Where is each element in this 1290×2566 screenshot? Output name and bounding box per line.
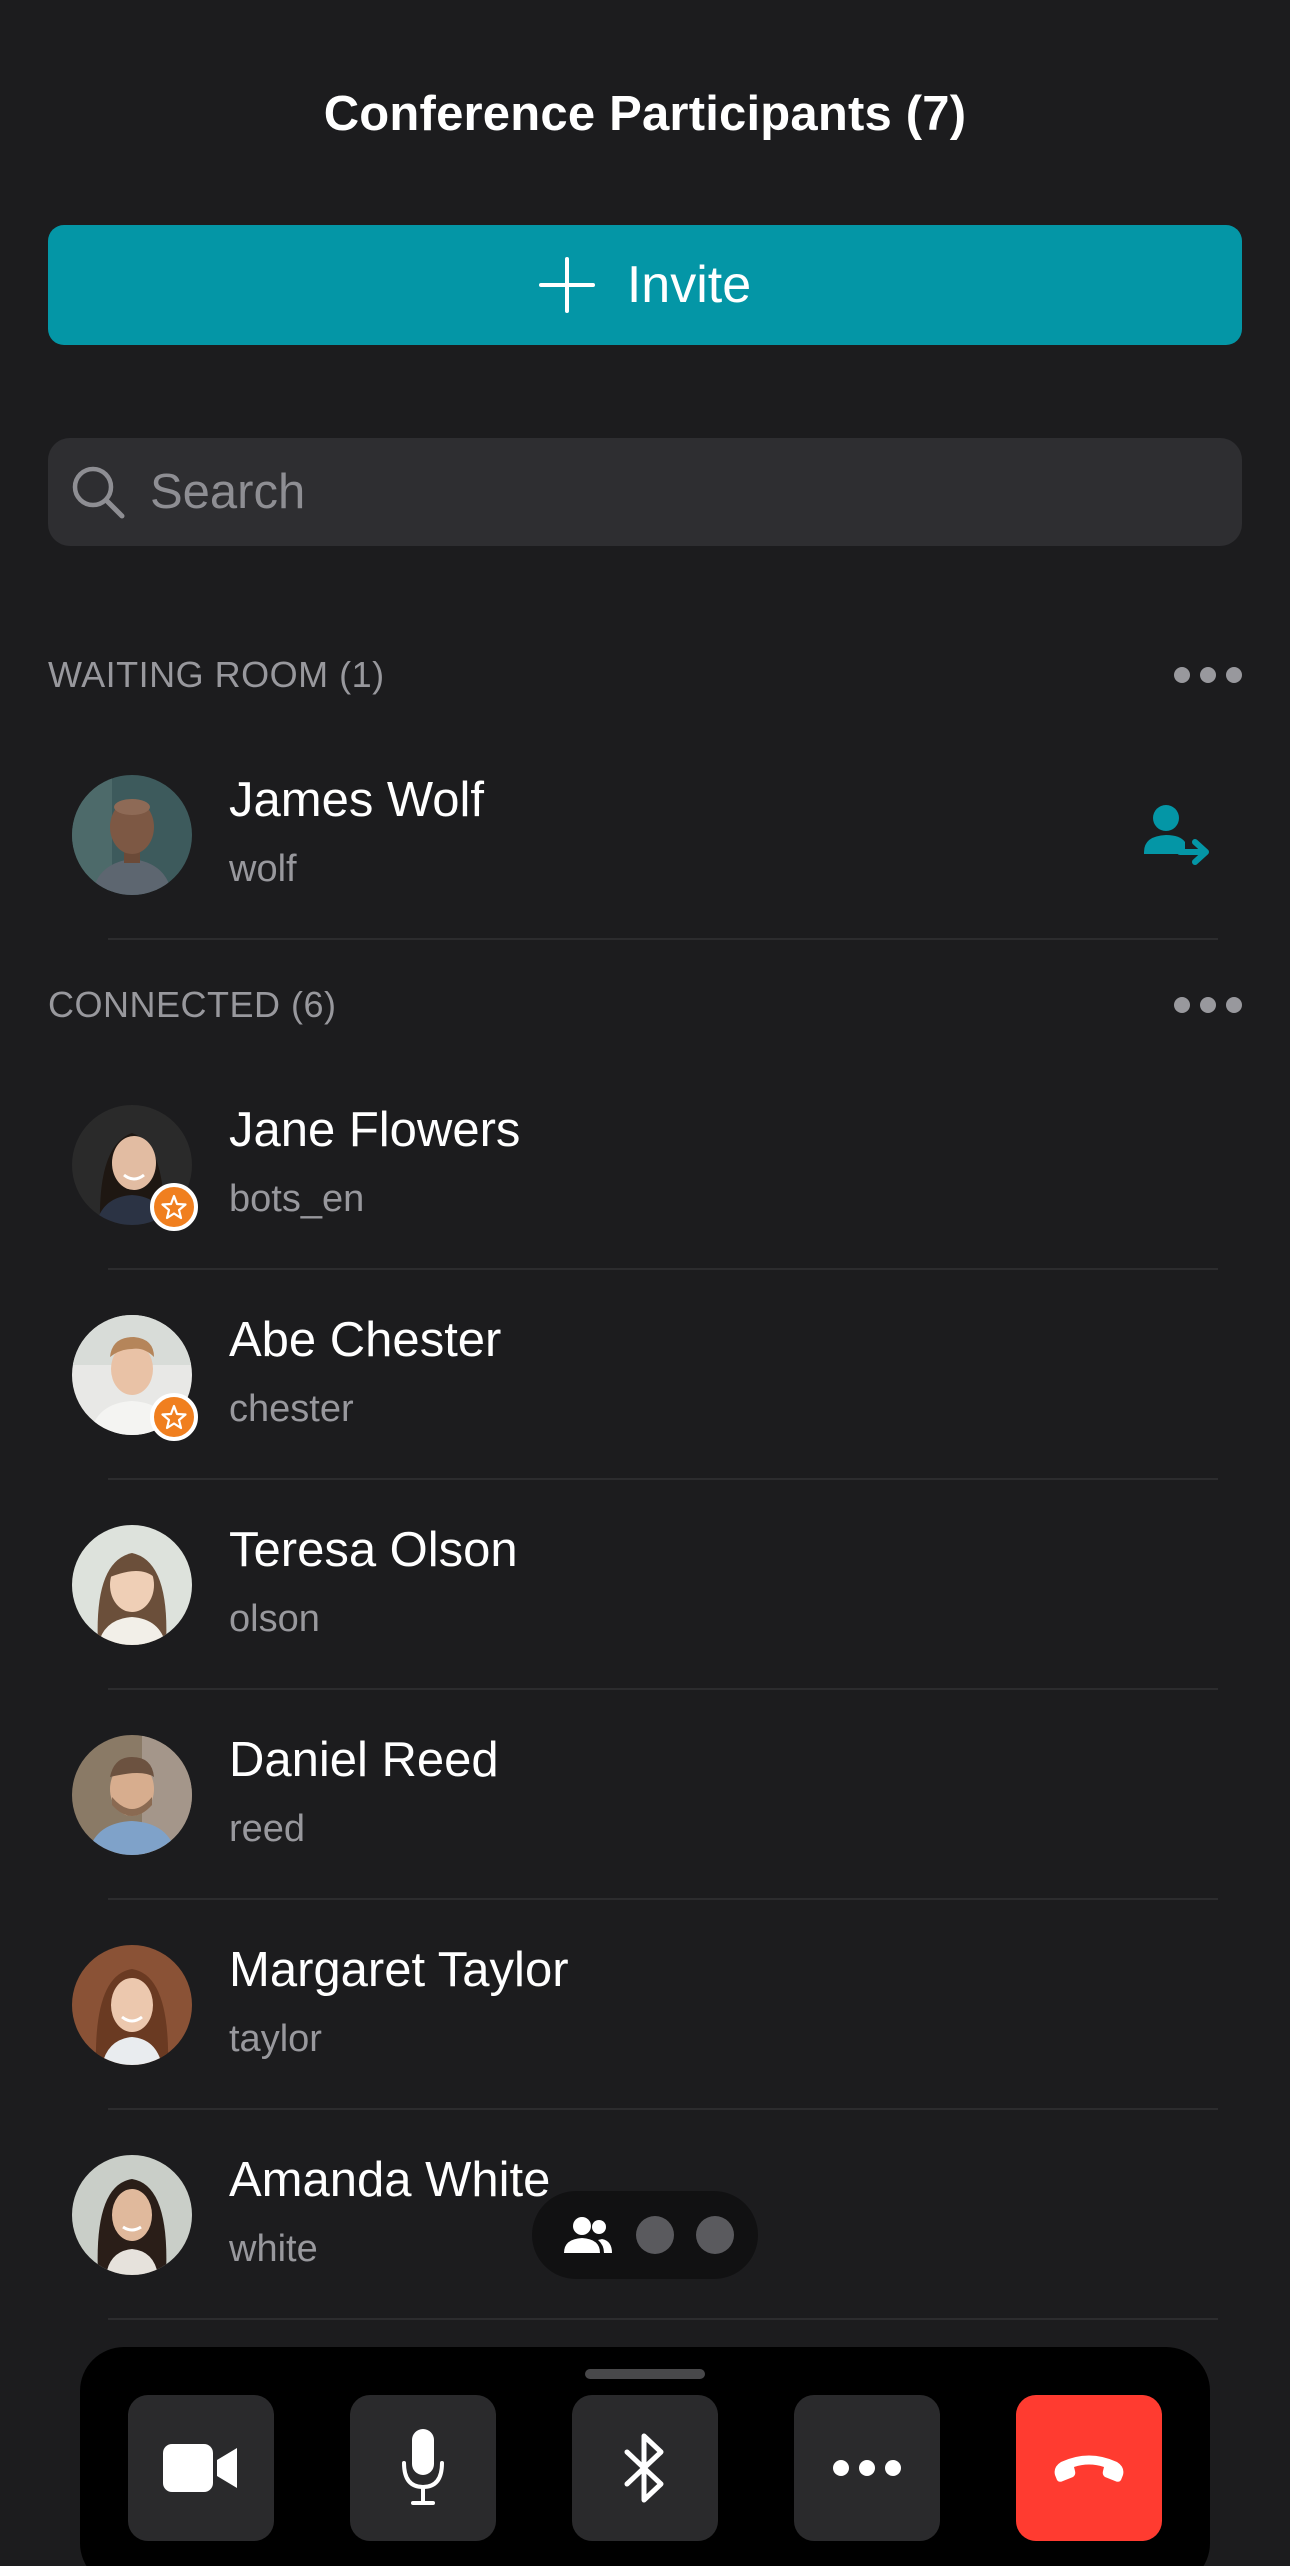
participant-name: Margaret Taylor — [229, 1943, 569, 1997]
invite-button-label: Invite — [626, 256, 752, 314]
participant-name: Teresa Olson — [229, 1523, 518, 1577]
search-input[interactable] — [150, 464, 1150, 520]
waiting-room-header: WAITING ROOM (1) — [48, 645, 1242, 705]
bluetooth-icon — [624, 2433, 664, 2503]
plus-icon — [538, 257, 595, 313]
search-icon — [72, 466, 125, 519]
call-toolbar — [80, 2347, 1210, 2566]
participant-row-teresa-olson[interactable]: Teresa Olson olson — [0, 1480, 1290, 1690]
microphone-icon — [402, 2429, 444, 2505]
page-indicator[interactable] — [532, 2191, 758, 2279]
connected-header: CONNECTED (6) — [48, 975, 1242, 1035]
dot — [1174, 667, 1190, 683]
dot — [1226, 997, 1242, 1013]
avatar — [72, 775, 192, 895]
drag-handle[interactable] — [585, 2369, 705, 2379]
avatar-image — [72, 2155, 192, 2275]
avatar-image — [72, 1735, 192, 1855]
avatar — [72, 1735, 192, 1855]
search-bar[interactable] — [48, 438, 1242, 546]
avatar-image — [72, 775, 192, 895]
invite-button[interactable]: Invite — [48, 225, 1242, 345]
dot — [1200, 667, 1216, 683]
connected-title: CONNECTED (6) — [48, 984, 337, 1025]
more-icon — [833, 2460, 901, 2476]
row-divider — [108, 2318, 1218, 2320]
star-icon — [161, 1404, 187, 1430]
moderator-badge — [150, 1393, 198, 1441]
avatar — [72, 1945, 192, 2065]
participant-username: wolf — [229, 848, 297, 890]
participant-row-jane-flowers[interactable]: Jane Flowers bots_en — [0, 1060, 1290, 1270]
star-icon — [161, 1194, 187, 1220]
participant-username: white — [229, 2228, 318, 2270]
waiting-room-title: WAITING ROOM (1) — [48, 654, 385, 695]
avatar — [72, 1525, 192, 1645]
page-dot[interactable] — [696, 2216, 734, 2254]
microphone-button[interactable] — [350, 2395, 496, 2541]
page-title: Conference Participants (7) — [323, 87, 967, 141]
participants-icon — [564, 2217, 612, 2253]
participant-row-margaret-taylor[interactable]: Margaret Taylor taylor — [0, 1900, 1290, 2110]
participant-username: bots_en — [229, 1178, 365, 1220]
participant-name: James Wolf — [229, 773, 485, 827]
dot — [1200, 997, 1216, 1013]
connected-more-button[interactable] — [1174, 989, 1242, 1021]
participant-row-abe-chester[interactable]: Abe Chester chester — [0, 1270, 1290, 1480]
participant-name: Jane Flowers — [229, 1103, 521, 1157]
avatar-image — [72, 1945, 192, 2065]
moderator-badge — [150, 1183, 198, 1231]
more-options-button[interactable] — [794, 2395, 940, 2541]
participant-username: reed — [229, 1808, 306, 1850]
participant-username: taylor — [229, 2018, 322, 2060]
row-divider — [108, 938, 1218, 940]
avatar-image — [72, 1525, 192, 1645]
admit-user-icon[interactable] — [1142, 802, 1212, 868]
participant-name: Daniel Reed — [229, 1733, 499, 1787]
bluetooth-button[interactable] — [572, 2395, 718, 2541]
dot — [1174, 997, 1190, 1013]
participant-row-james-wolf[interactable]: James Wolf wolf — [0, 730, 1290, 940]
participant-username: olson — [229, 1598, 320, 1640]
participant-username: chester — [229, 1388, 354, 1430]
avatar — [72, 2155, 192, 2275]
end-call-button[interactable] — [1016, 2395, 1162, 2541]
participant-row-daniel-reed[interactable]: Daniel Reed reed — [0, 1690, 1290, 1900]
dot — [1226, 667, 1242, 683]
video-toggle-button[interactable] — [128, 2395, 274, 2541]
avatar — [72, 1315, 198, 1441]
page-dot[interactable] — [636, 2216, 674, 2254]
avatar — [72, 1105, 198, 1231]
end-call-icon — [1054, 2455, 1124, 2482]
participant-name: Amanda White — [229, 2153, 551, 2207]
waiting-room-more-button[interactable] — [1174, 659, 1242, 691]
participant-name: Abe Chester — [229, 1313, 502, 1367]
video-camera-icon — [163, 2444, 237, 2492]
